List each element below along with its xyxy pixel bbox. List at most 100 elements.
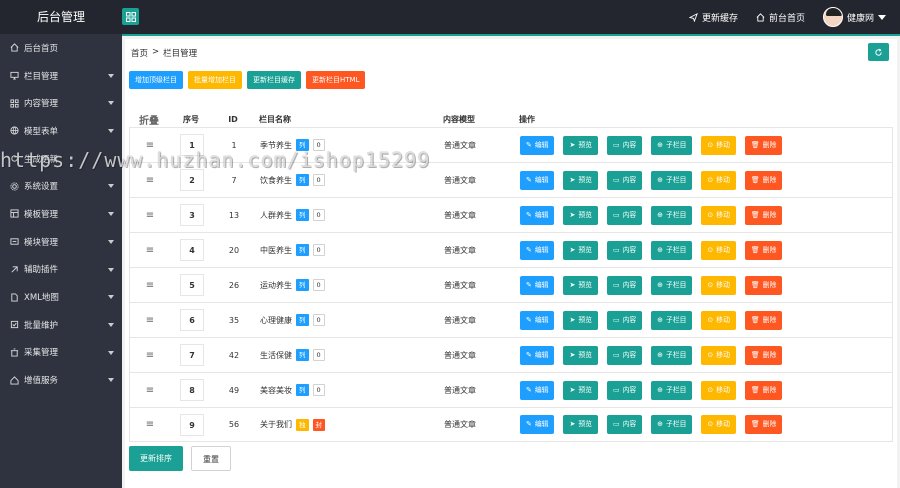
- move-button[interactable]: ⊙ 移动: [701, 170, 736, 190]
- sidebar-item-12[interactable]: 增值服务: [0, 366, 122, 394]
- delete-button[interactable]: 🗑 删除: [744, 240, 783, 260]
- content-button[interactable]: ▭ 内容: [606, 205, 643, 225]
- move-button[interactable]: ⊙ 移动: [701, 345, 736, 365]
- content-button[interactable]: ▭ 内容: [606, 310, 643, 330]
- edit-button[interactable]: ✎ 编辑: [520, 275, 555, 295]
- drag-handle-icon[interactable]: ≡: [130, 245, 170, 256]
- content-button[interactable]: ▭ 内容: [606, 345, 643, 365]
- drag-handle-icon[interactable]: ≡: [130, 140, 170, 151]
- preview-button[interactable]: ➤ 预览: [563, 135, 598, 155]
- sidebar-item-7[interactable]: 模块管理: [0, 228, 122, 256]
- child-column-button[interactable]: ⊕ 子栏目: [651, 205, 693, 225]
- move-button[interactable]: ⊙ 移动: [701, 205, 736, 225]
- sidebar-item-8[interactable]: 辅助插件: [0, 256, 122, 284]
- batch-add-column-button[interactable]: 批量增加栏目: [188, 71, 242, 89]
- sidebar-item-3[interactable]: 模型表单: [0, 117, 122, 145]
- preview-button[interactable]: ➤ 预览: [563, 310, 598, 330]
- move-button[interactable]: ⊙ 移动: [701, 135, 736, 155]
- delete-button[interactable]: 🗑 删除: [744, 205, 783, 225]
- preview-button[interactable]: ➤ 预览: [563, 415, 598, 434]
- front-home-link[interactable]: 前台首页: [756, 11, 805, 24]
- column-name[interactable]: 饮食养生: [260, 175, 292, 186]
- move-button[interactable]: ⊙ 移动: [701, 240, 736, 260]
- column-name[interactable]: 美容美妆: [260, 385, 292, 396]
- sort-input[interactable]: 4: [180, 239, 204, 261]
- content-button[interactable]: ▭ 内容: [606, 275, 643, 295]
- edit-button[interactable]: ✎ 编辑: [520, 170, 555, 190]
- column-name[interactable]: 运动养生: [260, 280, 292, 291]
- sort-input[interactable]: 1: [180, 134, 204, 156]
- update-column-html-button[interactable]: 更新栏目HTML: [306, 71, 366, 89]
- edit-button[interactable]: ✎ 编辑: [520, 345, 555, 365]
- sidebar-item-9[interactable]: XML地图: [0, 283, 122, 311]
- sidebar-item-1[interactable]: 栏目管理: [0, 62, 122, 90]
- child-column-button[interactable]: ⊕ 子栏目: [651, 415, 693, 434]
- sidebar-item-10[interactable]: 批量维护: [0, 311, 122, 339]
- delete-button[interactable]: 🗑 删除: [744, 275, 783, 295]
- sort-input[interactable]: 8: [180, 379, 204, 401]
- edit-button[interactable]: ✎ 编辑: [520, 135, 555, 155]
- preview-button[interactable]: ➤ 预览: [563, 380, 598, 400]
- column-name[interactable]: 关于我们: [260, 419, 292, 430]
- child-column-button[interactable]: ⊕ 子栏目: [651, 380, 693, 400]
- content-button[interactable]: ▭ 内容: [606, 415, 643, 434]
- move-button[interactable]: ⊙ 移动: [701, 310, 736, 330]
- preview-button[interactable]: ➤ 预览: [563, 170, 598, 190]
- drag-handle-icon[interactable]: ≡: [130, 280, 170, 291]
- column-name[interactable]: 人群养生: [260, 210, 292, 221]
- edit-button[interactable]: ✎ 编辑: [520, 415, 555, 434]
- drag-handle-icon[interactable]: ≡: [130, 350, 170, 361]
- menu-toggle-button[interactable]: [122, 8, 139, 25]
- edit-button[interactable]: ✎ 编辑: [520, 380, 555, 400]
- sidebar-item-11[interactable]: 采集管理: [0, 339, 122, 367]
- move-button[interactable]: ⊙ 移动: [701, 415, 736, 434]
- sidebar-item-4[interactable]: 生成更新: [0, 145, 122, 173]
- drag-handle-icon[interactable]: ≡: [130, 385, 170, 396]
- drag-handle-icon[interactable]: ≡: [130, 210, 170, 221]
- content-button[interactable]: ▭ 内容: [606, 135, 643, 155]
- delete-button[interactable]: 🗑 删除: [744, 415, 783, 434]
- sort-input[interactable]: 6: [180, 309, 204, 331]
- add-top-column-button[interactable]: 增加顶级栏目: [129, 71, 183, 89]
- edit-button[interactable]: ✎ 编辑: [520, 310, 555, 330]
- sidebar-item-0[interactable]: 后台首页: [0, 34, 122, 62]
- move-button[interactable]: ⊙ 移动: [701, 275, 736, 295]
- user-menu[interactable]: 健康网: [822, 7, 886, 27]
- sidebar-item-6[interactable]: 模板管理: [0, 200, 122, 228]
- sort-input[interactable]: 7: [180, 344, 204, 366]
- drag-handle-icon[interactable]: ≡: [130, 315, 170, 326]
- delete-button[interactable]: 🗑 删除: [744, 345, 783, 365]
- sort-input[interactable]: 5: [180, 274, 204, 296]
- preview-button[interactable]: ➤ 预览: [563, 345, 598, 365]
- child-column-button[interactable]: ⊕ 子栏目: [651, 345, 693, 365]
- sidebar-item-2[interactable]: 内容管理: [0, 89, 122, 117]
- content-button[interactable]: ▭ 内容: [606, 380, 643, 400]
- breadcrumb-home[interactable]: 首页: [131, 47, 148, 59]
- drag-handle-icon[interactable]: ≡: [130, 175, 170, 186]
- sort-input[interactable]: 9: [180, 413, 204, 436]
- sort-input[interactable]: 2: [180, 169, 204, 191]
- refresh-button[interactable]: [868, 43, 889, 61]
- sidebar-item-5[interactable]: 系统设置: [0, 172, 122, 200]
- content-button[interactable]: ▭ 内容: [606, 240, 643, 260]
- column-name[interactable]: 季节养生: [260, 140, 292, 151]
- reset-button[interactable]: 重置: [191, 446, 231, 471]
- delete-button[interactable]: 🗑 删除: [744, 170, 783, 190]
- sort-input[interactable]: 3: [180, 204, 204, 226]
- preview-button[interactable]: ➤ 预览: [563, 275, 598, 295]
- child-column-button[interactable]: ⊕ 子栏目: [651, 170, 693, 190]
- column-name[interactable]: 中医养生: [260, 245, 292, 256]
- edit-button[interactable]: ✎ 编辑: [520, 240, 555, 260]
- child-column-button[interactable]: ⊕ 子栏目: [651, 310, 693, 330]
- delete-button[interactable]: 🗑 删除: [744, 135, 783, 155]
- child-column-button[interactable]: ⊕ 子栏目: [651, 135, 693, 155]
- preview-button[interactable]: ➤ 预览: [563, 205, 598, 225]
- delete-button[interactable]: 🗑 删除: [744, 310, 783, 330]
- drag-handle-icon[interactable]: ≡: [130, 419, 170, 430]
- update-cache-link[interactable]: 更新缓存: [688, 11, 738, 24]
- content-button[interactable]: ▭ 内容: [606, 170, 643, 190]
- edit-button[interactable]: ✎ 编辑: [520, 205, 555, 225]
- child-column-button[interactable]: ⊕ 子栏目: [651, 240, 693, 260]
- update-column-cache-button[interactable]: 更新栏目缓存: [247, 71, 301, 89]
- column-name[interactable]: 生活保健: [260, 350, 292, 361]
